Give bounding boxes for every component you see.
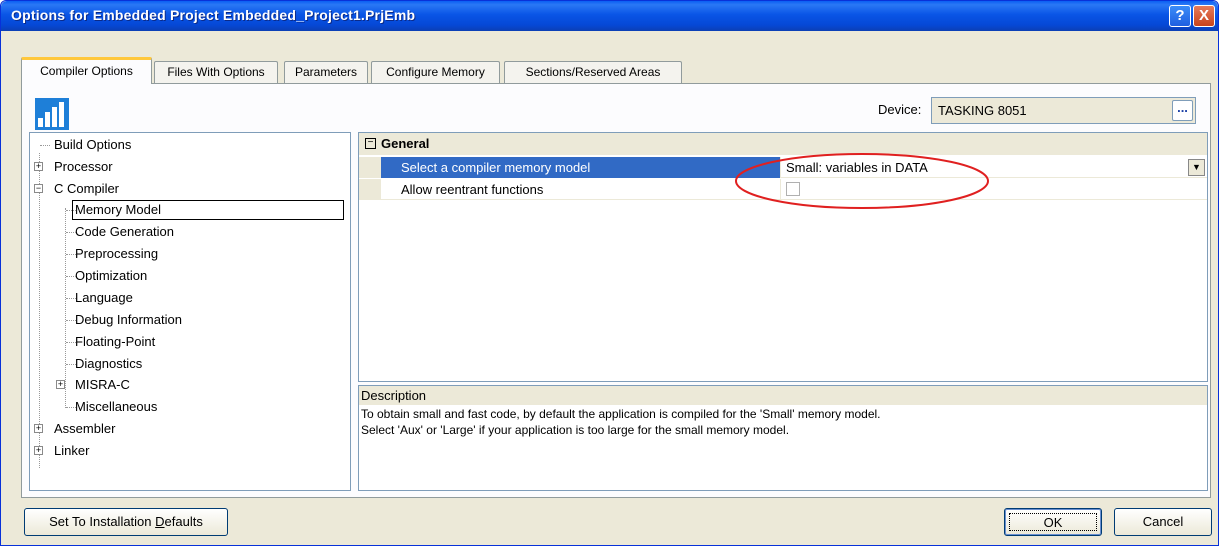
help-button[interactable]: ? xyxy=(1169,5,1191,27)
tree-item-floating-point[interactable]: Floating-Point xyxy=(60,332,155,352)
tree-item-label: Optimization xyxy=(75,268,148,283)
tree-item-label: Linker xyxy=(54,443,90,458)
description-line: To obtain small and fast code, by defaul… xyxy=(361,407,881,421)
reentrant-value-cell[interactable] xyxy=(782,179,1207,200)
memory-model-select[interactable]: Small: variables in DATA ▼ xyxy=(782,157,1207,178)
tree-item-memory-model[interactable]: Memory Model xyxy=(60,200,344,220)
options-dialog: Options for Embedded Project Embedded_Pr… xyxy=(0,0,1219,546)
collapse-icon[interactable]: − xyxy=(365,138,376,149)
tree-item-build-options[interactable]: Build Options xyxy=(34,135,131,155)
tree-item-label: Floating-Point xyxy=(75,334,156,349)
cancel-button[interactable]: Cancel xyxy=(1114,508,1212,536)
window-title: Options for Embedded Project Embedded_Pr… xyxy=(11,7,416,23)
tree-item-label: Processor xyxy=(54,159,113,174)
property-name: Select a compiler memory model xyxy=(381,157,781,178)
tab-configure-memory[interactable]: Configure Memory xyxy=(371,61,500,83)
tree-item-code-generation[interactable]: Code Generation xyxy=(60,222,174,242)
tree-item-debug-information[interactable]: Debug Information xyxy=(60,310,182,330)
description-title: Description xyxy=(359,386,1207,405)
collapse-icon[interactable]: − xyxy=(34,184,43,193)
dropdown-arrow-icon[interactable]: ▼ xyxy=(1188,159,1205,176)
tree-item-label: Debug Information xyxy=(75,312,182,327)
tree-item-processor[interactable]: + Processor xyxy=(34,157,113,177)
tree-item-miscellaneous[interactable]: Miscellaneous xyxy=(60,397,157,417)
tree-item-label: MISRA-C xyxy=(75,377,130,392)
grid-section-general[interactable]: − General xyxy=(359,133,1207,155)
tree-item-label: Build Options xyxy=(54,137,132,152)
tree-item-label: Code Generation xyxy=(75,224,175,239)
tree-item-label: C Compiler xyxy=(54,181,120,196)
tree-item-label: Memory Model xyxy=(72,200,344,220)
grid-section-label: General xyxy=(381,136,430,151)
device-browse-button[interactable]: ... xyxy=(1172,100,1193,121)
tree-item-linker[interactable]: + Linker xyxy=(34,441,89,461)
tab-sections-reserved-areas[interactable]: Sections/Reserved Areas xyxy=(504,61,682,83)
tree-item-optimization[interactable]: Optimization xyxy=(60,266,147,286)
description-text: To obtain small and fast code, by defaul… xyxy=(361,406,1201,438)
tree-item-preprocessing[interactable]: Preprocessing xyxy=(60,244,158,264)
property-row-memory-model[interactable]: Select a compiler memory model Small: va… xyxy=(359,157,1207,178)
expand-icon[interactable]: + xyxy=(56,380,65,389)
tree-item-diagnostics[interactable]: Diagnostics xyxy=(60,354,142,374)
tree-item-language[interactable]: Language xyxy=(60,288,133,308)
tree-item-assembler[interactable]: + Assembler xyxy=(34,419,115,439)
expand-icon[interactable]: + xyxy=(34,424,43,433)
tree-item-label: Assembler xyxy=(54,421,116,436)
property-row-reentrant[interactable]: Allow reentrant functions xyxy=(359,179,1207,200)
ok-button[interactable]: OK xyxy=(1004,508,1102,536)
installation-defaults-button[interactable]: Set To Installation Defaults xyxy=(24,508,228,536)
options-tree[interactable]: Build Options + Processor − C Compiler M… xyxy=(29,132,351,491)
bar-chart-icon xyxy=(35,98,69,130)
device-field[interactable]: TASKING 8051 ... xyxy=(931,97,1196,124)
reentrant-checkbox[interactable] xyxy=(786,182,800,196)
description-panel: Description To obtain small and fast cod… xyxy=(358,385,1208,491)
tree-item-label: Miscellaneous xyxy=(75,399,158,414)
tab-compiler-options[interactable]: Compiler Options xyxy=(21,57,152,84)
close-button[interactable]: X xyxy=(1193,5,1215,27)
property-grid[interactable]: − General Select a compiler memory model… xyxy=(358,132,1208,382)
tree-item-label: Language xyxy=(75,290,133,305)
tree-item-label: Preprocessing xyxy=(75,246,159,261)
description-line: Select 'Aux' or 'Large' if your applicat… xyxy=(361,423,790,437)
tree-item-misra-c[interactable]: + MISRA-C xyxy=(56,375,130,395)
tree-item-c-compiler[interactable]: − C Compiler xyxy=(34,179,119,199)
ok-button-label: OK xyxy=(1009,513,1097,531)
device-label: Device: xyxy=(878,102,922,117)
device-value: TASKING 8051 xyxy=(938,103,1027,118)
tree-item-label: Diagnostics xyxy=(75,356,143,371)
expand-icon[interactable]: + xyxy=(34,446,43,455)
property-name: Allow reentrant functions xyxy=(381,179,781,200)
memory-model-value: Small: variables in DATA xyxy=(786,160,928,175)
expand-icon[interactable]: + xyxy=(34,162,43,171)
title-bar[interactable]: Options for Embedded Project Embedded_Pr… xyxy=(1,1,1218,31)
tab-parameters[interactable]: Parameters xyxy=(284,61,368,83)
tab-files-with-options[interactable]: Files With Options xyxy=(154,61,278,83)
